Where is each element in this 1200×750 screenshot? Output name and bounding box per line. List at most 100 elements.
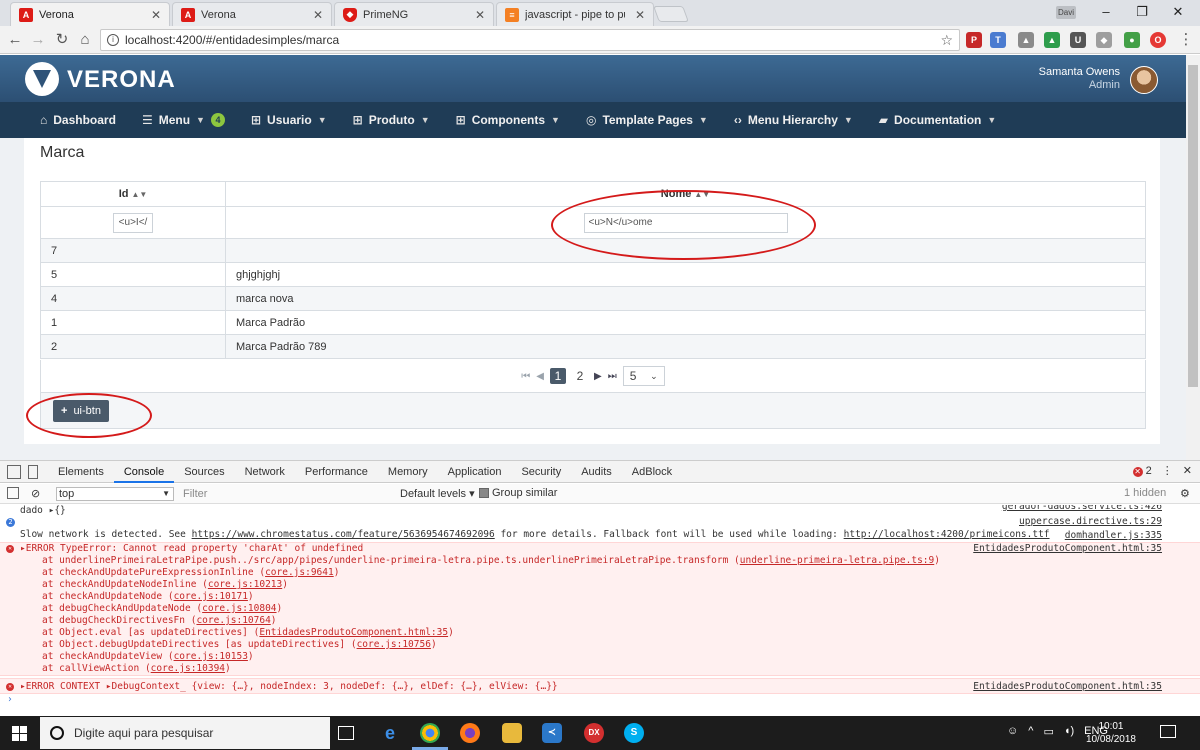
table-row[interactable]: 1 Marca Padrão — [40, 310, 1146, 335]
verona-logo-icon[interactable] — [25, 62, 59, 96]
device-toolbar-icon[interactable] — [28, 464, 38, 479]
close-devtools-icon[interactable]: ✕ — [1183, 464, 1192, 477]
source-link[interactable]: EntidadesProdutoComponent.html:35 — [973, 679, 1162, 695]
tab-security[interactable]: Security — [511, 461, 571, 483]
reload-icon[interactable]: ↻ — [52, 30, 72, 50]
frame-link[interactable]: EntidadesProdutoComponent.html:35 — [259, 627, 448, 638]
dbeaver-icon[interactable]: DX — [584, 723, 604, 743]
clear-console-icon[interactable]: ⊘ — [31, 487, 40, 500]
menu-item-menu[interactable]: ☰ Menu ▼ 4 — [142, 113, 225, 127]
frame-link[interactable]: core.js:10804 — [202, 603, 276, 614]
tab-elements[interactable]: Elements — [48, 461, 114, 483]
frame-link[interactable]: core.js:10764 — [196, 615, 270, 626]
app-logo-text[interactable]: VERONA — [67, 66, 176, 94]
frame-link[interactable]: core.js:10213 — [208, 579, 282, 590]
back-icon[interactable]: ← — [5, 30, 25, 50]
forward-icon[interactable]: → — [28, 30, 48, 50]
log-text[interactable]: dado ▸{} — [20, 505, 66, 516]
table-row[interactable]: 4 marca nova — [40, 286, 1146, 311]
menu-item-menu-hierarchy[interactable]: ‹› Menu Hierarchy ▼ — [734, 113, 853, 127]
tab-console[interactable]: Console — [113, 461, 175, 483]
last-page-icon[interactable]: ⏭ — [608, 371, 617, 382]
pdf-extension-icon[interactable]: P — [966, 32, 982, 48]
error-title[interactable]: ▸ERROR TypeError: Cannot read property '… — [20, 543, 363, 554]
browser-tab-1[interactable]: A Verona ✕ — [10, 2, 170, 26]
info-icon[interactable]: i — [107, 34, 119, 46]
volume-icon[interactable]: ◖) — [1064, 725, 1074, 738]
id-filter-input[interactable]: <u>I</ — [113, 212, 153, 233]
page-scrollbar[interactable] — [1186, 55, 1200, 460]
close-icon[interactable]: ✕ — [475, 8, 485, 22]
notifications-icon[interactable] — [1160, 725, 1176, 738]
firefox-icon[interactable] — [460, 723, 480, 743]
error-context[interactable]: ▸ERROR CONTEXT ▸DebugContext_ {view: {…}… — [20, 681, 558, 692]
chrome-icon[interactable] — [420, 723, 440, 743]
page-2-button[interactable]: 2 — [572, 368, 588, 384]
menu-item-components[interactable]: ⊞ Components ▼ — [456, 113, 560, 127]
maximize-icon[interactable]: ❐ — [1124, 2, 1160, 22]
column-header-id[interactable]: Id ▲▼ — [40, 181, 226, 207]
extension-icon[interactable]: ◆ — [1096, 32, 1112, 48]
source-link[interactable]: uppercase.directive.ts:29 — [1019, 516, 1162, 528]
context-select[interactable]: top ▼ — [56, 487, 174, 501]
new-tab-button[interactable] — [653, 6, 689, 22]
tab-memory[interactable]: Memory — [378, 461, 438, 483]
gear-icon[interactable]: ⚙ — [1180, 487, 1190, 500]
menu-item-produto[interactable]: ⊞ Produto ▼ — [353, 113, 430, 127]
table-row[interactable]: 2 Marca Padrão 789 — [40, 334, 1146, 359]
browser-tab-4[interactable]: ≡ javascript - pipe to put u ✕ — [496, 2, 654, 26]
levels-select[interactable]: Default levels ▾ — [400, 487, 475, 500]
menu-item-dashboard[interactable]: ⌂ Dashboard — [40, 113, 116, 127]
first-page-icon[interactable]: ⏮ — [521, 371, 530, 382]
menu-item-template-pages[interactable]: ◎ Template Pages ▼ — [586, 113, 708, 127]
profile-button[interactable]: Davi — [1056, 6, 1076, 19]
frame-link[interactable]: core.js:10394 — [151, 663, 225, 674]
network-icon[interactable]: ▭ — [1043, 725, 1053, 738]
frame-link[interactable]: core.js:10153 — [174, 651, 248, 662]
group-similar-toggle[interactable]: Group similar — [479, 487, 557, 499]
close-icon[interactable]: ✕ — [313, 8, 323, 22]
menu-item-usuario[interactable]: ⊞ Usuario ▼ — [251, 113, 327, 127]
edge-icon[interactable]: e — [380, 723, 400, 743]
tab-sources[interactable]: Sources — [174, 461, 234, 483]
taskbar-clock[interactable]: 10:01 10/08/2018 — [1086, 720, 1136, 746]
chevron-up-icon[interactable]: ^ — [1028, 725, 1033, 738]
table-row[interactable]: 5 ghjghjghj — [40, 262, 1146, 287]
avatar[interactable] — [1130, 66, 1158, 94]
taskbar-search[interactable]: Digite aqui para pesquisar — [40, 717, 330, 749]
prev-page-icon[interactable]: ◀ — [536, 371, 544, 382]
vscode-icon[interactable]: ≺ — [542, 723, 562, 743]
close-icon[interactable]: ✕ — [151, 8, 161, 22]
bookmark-star-icon[interactable]: ☆ — [940, 32, 953, 49]
windows-start-icon[interactable] — [12, 726, 27, 741]
source-link[interactable]: EntidadesProdutoComponent.html:35 — [973, 543, 1162, 555]
file-explorer-icon[interactable] — [502, 723, 522, 743]
source-link[interactable]: gerador-dados.service.ts:426 — [1002, 505, 1162, 513]
source-link[interactable]: domhandler.js:335 — [1065, 529, 1162, 543]
scrollbar-thumb[interactable] — [1188, 65, 1198, 387]
tab-network[interactable]: Network — [235, 461, 295, 483]
log-link[interactable]: https://www.chromestatus.com/feature/563… — [192, 529, 495, 540]
error-counter[interactable]: ✕ 2 — [1132, 465, 1152, 477]
tab-performance[interactable]: Performance — [295, 461, 378, 483]
frame-link[interactable]: underline-primeira-letra.pipe.ts:9 — [740, 555, 934, 566]
tab-application[interactable]: Application — [438, 461, 512, 483]
frame-link[interactable]: core.js:10756 — [357, 639, 431, 650]
frame-link[interactable]: core.js:9641 — [265, 567, 334, 578]
frame-link[interactable]: core.js:10171 — [174, 591, 248, 602]
console-prompt[interactable]: › — [0, 694, 1200, 706]
inspect-icon[interactable] — [7, 464, 21, 479]
page-size-select[interactable]: 5 ⌄ — [622, 366, 665, 386]
tab-audits[interactable]: Audits — [571, 461, 622, 483]
browser-tab-3[interactable]: ◆ PrimeNG ✕ — [334, 2, 494, 26]
opera-extension-icon[interactable]: O — [1150, 32, 1166, 48]
sidebar-toggle-icon[interactable] — [7, 487, 19, 499]
shield-extension-icon[interactable]: U — [1070, 32, 1086, 48]
minimize-icon[interactable]: – — [1088, 2, 1124, 22]
menu-item-documentation[interactable]: ▰ Documentation ▼ — [879, 113, 997, 127]
translate-extension-icon[interactable]: T — [990, 32, 1006, 48]
filter-input[interactable]: Filter — [178, 487, 394, 501]
close-icon[interactable]: ✕ — [635, 8, 645, 22]
task-view-icon[interactable] — [338, 726, 354, 740]
home-icon[interactable]: ⌂ — [75, 30, 95, 50]
